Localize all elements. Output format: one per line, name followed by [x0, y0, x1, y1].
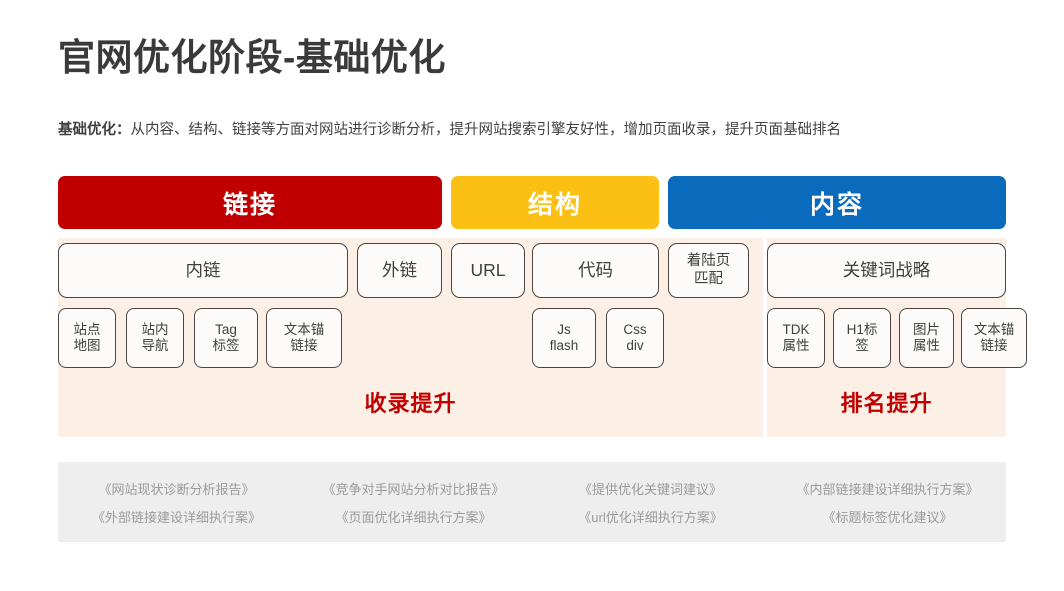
footer-item: 《外部链接建设详细执行案》 — [91, 509, 261, 525]
subtitle-lead: 基础优化： — [58, 122, 131, 138]
subtitle: 基础优化：从内容、结构、链接等方面对网站进行诊断分析，提升网站搜索引擎友好性，增… — [58, 121, 841, 140]
footer-item: 《竞争对手网站分析对比报告》 — [322, 481, 505, 497]
box-landing-page-match[interactable]: 着陆页 匹配 — [668, 243, 749, 298]
box-tag-label[interactable]: Tag 标签 — [194, 308, 258, 368]
header-bar-structure[interactable]: 结构 — [451, 176, 659, 229]
footer-item: 《内部链接建设详细执行方案》 — [796, 481, 979, 497]
box-text-anchor-link-left[interactable]: 文本锚 链接 — [266, 308, 342, 368]
box-css-div[interactable]: Css div — [606, 308, 664, 368]
footer-item: 《url优化详细执行方案》 — [578, 509, 723, 525]
deliverables-footer: 《网站现状诊断分析报告》 《外部链接建设详细执行案》 《竞争对手网站分析对比报告… — [58, 462, 1006, 542]
header-bar-content[interactable]: 内容 — [668, 176, 1006, 229]
footer-column-4: 《内部链接建设详细执行方案》 《标题标签优化建议》 — [769, 479, 1006, 526]
footer-column-1: 《网站现状诊断分析报告》 《外部链接建设详细执行案》 — [58, 479, 295, 526]
footer-item: 《提供优化关键词建议》 — [578, 481, 722, 497]
box-text-anchor-link-right[interactable]: 文本锚 链接 — [961, 308, 1027, 368]
box-keyword-strategy[interactable]: 关键词战略 — [767, 243, 1006, 298]
box-code[interactable]: 代码 — [532, 243, 659, 298]
box-sitemap[interactable]: 站点 地图 — [58, 308, 116, 368]
footer-item: 《标题标签优化建议》 — [822, 509, 953, 525]
slide-canvas: 官网优化阶段-基础优化 基础优化：从内容、结构、链接等方面对网站进行诊断分析，提… — [0, 0, 1064, 591]
caption-ranking-boost: 排名提升 — [840, 391, 933, 416]
box-js-flash[interactable]: Js flash — [532, 308, 596, 368]
box-internal-links[interactable]: 内链 — [58, 243, 348, 298]
header-bar-link[interactable]: 链接 — [58, 176, 442, 229]
footer-column-3: 《提供优化关键词建议》 《url优化详细执行方案》 — [532, 479, 769, 526]
box-url[interactable]: URL — [451, 243, 525, 298]
box-image-attribute[interactable]: 图片 属性 — [899, 308, 954, 368]
box-tdk-attribute[interactable]: TDK 属性 — [767, 308, 825, 368]
footer-item: 《页面优化详细执行方案》 — [335, 509, 492, 525]
box-site-navigation[interactable]: 站内 导航 — [126, 308, 184, 368]
box-external-links[interactable]: 外链 — [357, 243, 442, 298]
footer-item: 《网站现状诊断分析报告》 — [98, 481, 255, 497]
subtitle-body: 从内容、结构、链接等方面对网站进行诊断分析，提升网站搜索引擎友好性，增加页面收录… — [130, 122, 842, 138]
page-title: 官网优化阶段-基础优化 — [58, 37, 446, 78]
box-h1-tag[interactable]: H1标签 — [833, 308, 891, 368]
caption-indexing-boost: 收录提升 — [364, 391, 457, 416]
footer-column-2: 《竞争对手网站分析对比报告》 《页面优化详细执行方案》 — [295, 479, 532, 526]
